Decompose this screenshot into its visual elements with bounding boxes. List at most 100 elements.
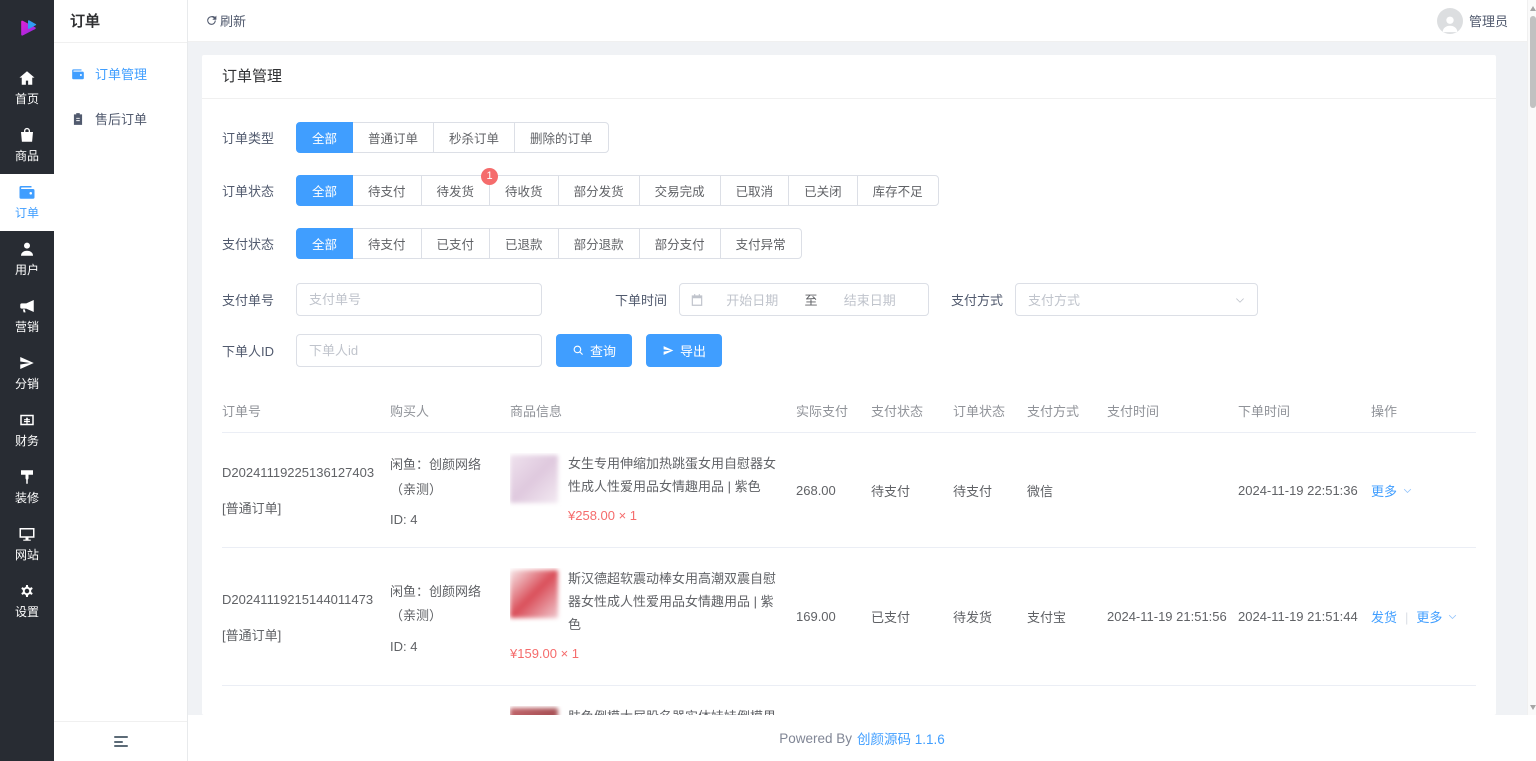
filter-pay-status-5[interactable]: 部分支付 bbox=[639, 228, 721, 259]
product-thumbnail bbox=[510, 570, 558, 618]
pay-status: 待支付 bbox=[871, 461, 953, 520]
sidebar-item-label: 商品 bbox=[15, 147, 39, 164]
product-thumbnail bbox=[510, 708, 558, 715]
product-info: 肤色倒模大屁股名器实体娃娃倒模男用情趣成人性用品飞机杯自慰器 | 贝丝（10斤）… bbox=[510, 706, 786, 715]
filter-order-status-8[interactable]: 库存不足 bbox=[857, 175, 939, 206]
filter-order-status-3[interactable]: 待收货 bbox=[489, 175, 559, 206]
pay-status: 已支付 bbox=[871, 587, 953, 646]
filter-order-status-7[interactable]: 已关闭 bbox=[788, 175, 858, 206]
action-more-link[interactable]: 更多 bbox=[1371, 481, 1414, 500]
wallet-icon bbox=[71, 67, 85, 81]
action-ship-link[interactable]: 发货 bbox=[1371, 607, 1397, 626]
order-no-cell: D20241119213804364244[普通订单] bbox=[222, 708, 390, 715]
orders-table: 订单号购买人商品信息实际支付支付状态订单状态支付方式支付时间下单时间操作 D20… bbox=[222, 391, 1476, 715]
filter-row-order-status: 订单状态 全部待支付待发货1待收货部分发货交易完成已取消已关闭库存不足 bbox=[222, 175, 1476, 206]
action-label: 更多 bbox=[1416, 607, 1442, 626]
refresh-button[interactable]: 刷新 bbox=[205, 11, 246, 30]
monitor-icon bbox=[18, 525, 36, 543]
filter-order-type-0[interactable]: 全部 bbox=[296, 122, 353, 153]
filter-order-status-0[interactable]: 全部 bbox=[296, 175, 353, 206]
wallet-icon bbox=[18, 183, 36, 201]
scroll-up-arrow[interactable] bbox=[1528, 2, 1536, 14]
sidebar-rail: 首页商品订单用户营销分销财务装修网站设置 bbox=[0, 0, 54, 761]
sidebar-item-wallet[interactable]: 订单 bbox=[0, 174, 54, 231]
refresh-label: 刷新 bbox=[220, 11, 246, 30]
order-time-range-picker[interactable]: 开始日期 至 结束日期 bbox=[679, 283, 929, 316]
sidebar-item-plane[interactable]: 分销 bbox=[0, 345, 54, 402]
table-header: 订单号购买人商品信息实际支付支付状态订单状态支付方式支付时间下单时间操作 bbox=[222, 391, 1476, 433]
date-separator: 至 bbox=[801, 290, 822, 309]
admin-menu[interactable]: 管理员 bbox=[1437, 8, 1508, 34]
sidebar-item-brush[interactable]: 装修 bbox=[0, 459, 54, 516]
app-logo[interactable] bbox=[0, 0, 54, 54]
submenu-item-wallet[interactable]: 订单管理 bbox=[54, 51, 187, 96]
filter-order-status-6[interactable]: 已取消 bbox=[720, 175, 790, 206]
order-type-label: 订单类型 bbox=[222, 128, 284, 147]
chevron-down-icon bbox=[1233, 293, 1247, 307]
sidebar-item-home[interactable]: 首页 bbox=[0, 60, 54, 117]
filter-button-label: 部分发货 bbox=[574, 185, 624, 199]
sidebar-item-label: 营销 bbox=[15, 318, 39, 335]
pay-type: 微信 bbox=[1027, 461, 1107, 520]
filter-pay-status-1[interactable]: 待支付 bbox=[352, 228, 422, 259]
filter-button-label: 交易完成 bbox=[655, 185, 705, 199]
submenu-items: 订单管理售后订单 bbox=[54, 43, 187, 721]
filter-pay-status-0[interactable]: 全部 bbox=[296, 228, 353, 259]
rail-menu: 首页商品订单用户营销分销财务装修网站设置 bbox=[0, 54, 54, 630]
filter-order-status-1[interactable]: 待支付 bbox=[352, 175, 422, 206]
search-button[interactable]: 查询 bbox=[556, 334, 632, 367]
fold-icon bbox=[114, 734, 128, 750]
filter-pay-status-4[interactable]: 部分退款 bbox=[558, 228, 640, 259]
product-title: 斯汉德超软震动棒女用高潮双震自慰器女性成人性爱用品女情趣用品 | 紫色 bbox=[568, 571, 776, 632]
filter-button-label: 已取消 bbox=[736, 185, 774, 199]
filter-order-status-5[interactable]: 交易完成 bbox=[639, 175, 721, 206]
money-icon bbox=[18, 411, 36, 429]
sidebar-item-gear[interactable]: 设置 bbox=[0, 573, 54, 630]
sidebar-item-label: 订单 bbox=[15, 204, 39, 221]
filter-order-type-2[interactable]: 秒杀订单 bbox=[433, 122, 515, 153]
filter-pay-status-6[interactable]: 支付异常 bbox=[720, 228, 802, 259]
scrollbar-thumb[interactable] bbox=[1530, 16, 1536, 108]
user-icon bbox=[18, 240, 36, 258]
filter-pay-status-3[interactable]: 已退款 bbox=[489, 228, 559, 259]
filter-order-status-4[interactable]: 部分发货 bbox=[558, 175, 640, 206]
sidebar-item-label: 设置 bbox=[15, 603, 39, 620]
scroll-down-arrow[interactable] bbox=[1528, 701, 1536, 713]
pay-no-label: 支付单号 bbox=[222, 290, 284, 309]
filter-order-type-3[interactable]: 删除的订单 bbox=[514, 122, 609, 153]
action-more-link[interactable]: 更多 bbox=[1416, 607, 1459, 626]
export-icon bbox=[662, 344, 675, 357]
filter-button-label: 全部 bbox=[312, 238, 337, 252]
pay-type-select[interactable]: 支付方式 bbox=[1015, 283, 1258, 316]
export-button[interactable]: 导出 bbox=[646, 334, 722, 367]
submenu-title: 订单 bbox=[54, 0, 187, 43]
buyer-cell: 闲鱼：创颜网络（亲测）ID: 4 bbox=[390, 560, 510, 674]
actions-cell: 更多 bbox=[1371, 461, 1476, 520]
order-type-group: 全部普通订单秒杀订单删除的订单 bbox=[296, 122, 609, 153]
buyer-id-input[interactable] bbox=[296, 334, 542, 367]
powered-by-text: Powered By bbox=[779, 731, 852, 746]
filter-pay-status-2[interactable]: 已支付 bbox=[421, 228, 491, 259]
sidebar-item-money[interactable]: 财务 bbox=[0, 402, 54, 459]
brush-icon bbox=[18, 468, 36, 486]
column-header: 商品信息 bbox=[510, 391, 796, 432]
sidebar-item-monitor[interactable]: 网站 bbox=[0, 516, 54, 573]
plane-icon bbox=[18, 354, 36, 372]
filter-order-type-1[interactable]: 普通订单 bbox=[352, 122, 434, 153]
page-footer: Powered By 创颜源码 1.1.6 bbox=[188, 715, 1536, 761]
filter-order-status-2[interactable]: 待发货1 bbox=[421, 175, 491, 206]
brand-link[interactable]: 创颜源码 1.1.6 bbox=[857, 728, 945, 748]
submenu-item-clipboard[interactable]: 售后订单 bbox=[54, 96, 187, 141]
column-header: 操作 bbox=[1371, 391, 1476, 432]
submenu-item-label: 订单管理 bbox=[95, 64, 147, 83]
sidebar-item-bag[interactable]: 商品 bbox=[0, 117, 54, 174]
product-info: 女生专用伸缩加热跳蛋女用自慰器女性成人性爱用品女情趣用品 | 紫色¥258.00… bbox=[510, 453, 786, 527]
start-date-placeholder: 开始日期 bbox=[704, 290, 801, 309]
product-info: 斯汉德超软震动棒女用高潮双震自慰器女性成人性爱用品女情趣用品 | 紫色¥159.… bbox=[510, 568, 786, 665]
filter-row-inputs: 支付单号 下单时间 开始日期 至 结束日期 支付方式 支付方式 bbox=[222, 283, 1476, 316]
sidebar-item-megaphone[interactable]: 营销 bbox=[0, 288, 54, 345]
sidebar-item-user[interactable]: 用户 bbox=[0, 231, 54, 288]
collapse-sidebar-button[interactable] bbox=[54, 721, 187, 761]
pay-no-input[interactable] bbox=[296, 283, 542, 316]
megaphone-icon bbox=[18, 297, 36, 315]
